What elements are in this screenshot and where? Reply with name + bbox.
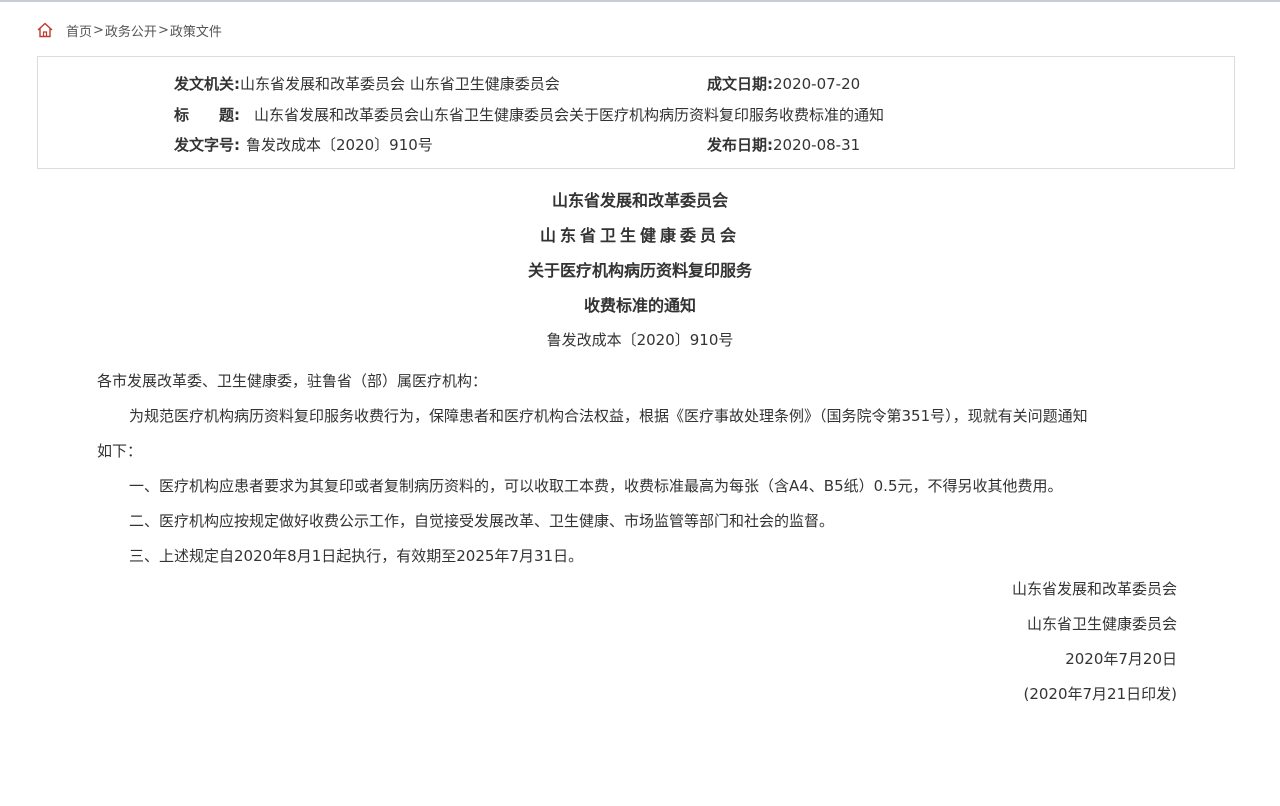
breadcrumb: 首页 > 政务公开 > 政策文件 (36, 20, 222, 40)
clause-3: 三、上述规定自2020年8月1日起执行，有效期至2025年7月31日。 (129, 547, 584, 565)
doc-number: 鲁发改成本〔2020〕910号 (546, 331, 734, 349)
doc-title-subject-2: 收费标准的通知 (583, 296, 696, 315)
breadcrumb-home-link[interactable]: 首页 (66, 21, 92, 40)
print-date: (2020年7月21日印发) (1023, 685, 1177, 703)
title-row: 标 题: 山东省发展和改革委员会山东省卫生健康委员会关于医疗机构病历资料复印服务收… (174, 105, 884, 125)
publish-date-row: 发布日期:2020-08-31 (707, 135, 860, 155)
breadcrumb-separator: > (157, 22, 169, 38)
clause-2: 二、医疗机构应按规定做好收费公示工作，自觉接受发展改革、卫生健康、市场监管等部门… (129, 512, 835, 530)
issuer-value: 山东省发展和改革委员会 山东省卫生健康委员会 (240, 75, 560, 93)
signoff-block: 山东省发展和改革委员会 山东省卫生健康委员会 2020年7月20日 (2020年… (1012, 572, 1177, 712)
signer-1: 山东省发展和改革委员会 (1011, 580, 1177, 598)
home-icon[interactable] (36, 21, 54, 39)
issuer-row: 发文机关:山东省发展和改革委员会 山东省卫生健康委员会 (174, 74, 560, 94)
breadcrumb-separator: > (93, 22, 104, 38)
sign-date: 2020年7月20日 (1065, 650, 1177, 668)
publish-date-value: 2020-08-31 (773, 136, 861, 154)
doc-title-subject-1: 关于医疗机构病历资料复印服务 (527, 261, 752, 280)
title-value: 山东省发展和改革委员会山东省卫生健康委员会关于医疗机构病历资料复印服务收费标准的… (254, 106, 885, 124)
doc-title-issuer-2: 山东省卫生健康委员会 (539, 226, 740, 245)
signer-2: 山东省卫生健康委员会 (1026, 615, 1177, 633)
breadcrumb-section-link[interactable]: 政务公开 (105, 21, 157, 40)
intro-paragraph-continued: 如下： (97, 442, 143, 460)
doc-number-label: 发文字号: (174, 136, 240, 154)
doc-number-row: 发文字号: 鲁发改成本〔2020〕910号 (174, 135, 433, 155)
title-label: 标 题: (174, 106, 240, 124)
document-info-box: 发文机关:山东省发展和改革委员会 山东省卫生健康委员会 成文日期:2020-07… (37, 56, 1235, 169)
doc-number-value: 鲁发改成本〔2020〕910号 (246, 136, 433, 154)
publish-date-label: 发布日期: (707, 136, 773, 154)
document-title-block: 山东省发展和改革委员会 山东省卫生健康委员会 关于医疗机构病历资料复印服务 收费… (0, 188, 1280, 363)
written-date-row: 成文日期:2020-07-20 (707, 74, 860, 94)
intro-paragraph: 为规范医疗机构病历资料复印服务收费行为，保障患者和医疗机构合法权益，根据《医疗事… (129, 407, 1088, 425)
issuer-label: 发文机关: (174, 75, 240, 93)
written-date-value: 2020-07-20 (773, 75, 861, 93)
document-body: 各市发展改革委、卫生健康委，驻鲁省（部）属医疗机构： 为规范医疗机构病历资料复印… (97, 364, 1177, 574)
clause-1: 一、医疗机构应患者要求为其复印或者复制病历资料的，可以收取工本费，收费标准最高为… (129, 477, 1063, 495)
salutation: 各市发展改革委、卫生健康委，驻鲁省（部）属医疗机构： (97, 372, 488, 390)
breadcrumb-current-link[interactable]: 政策文件 (170, 21, 222, 40)
doc-title-issuer-1: 山东省发展和改革委员会 (551, 191, 728, 210)
written-date-label: 成文日期: (707, 75, 773, 93)
